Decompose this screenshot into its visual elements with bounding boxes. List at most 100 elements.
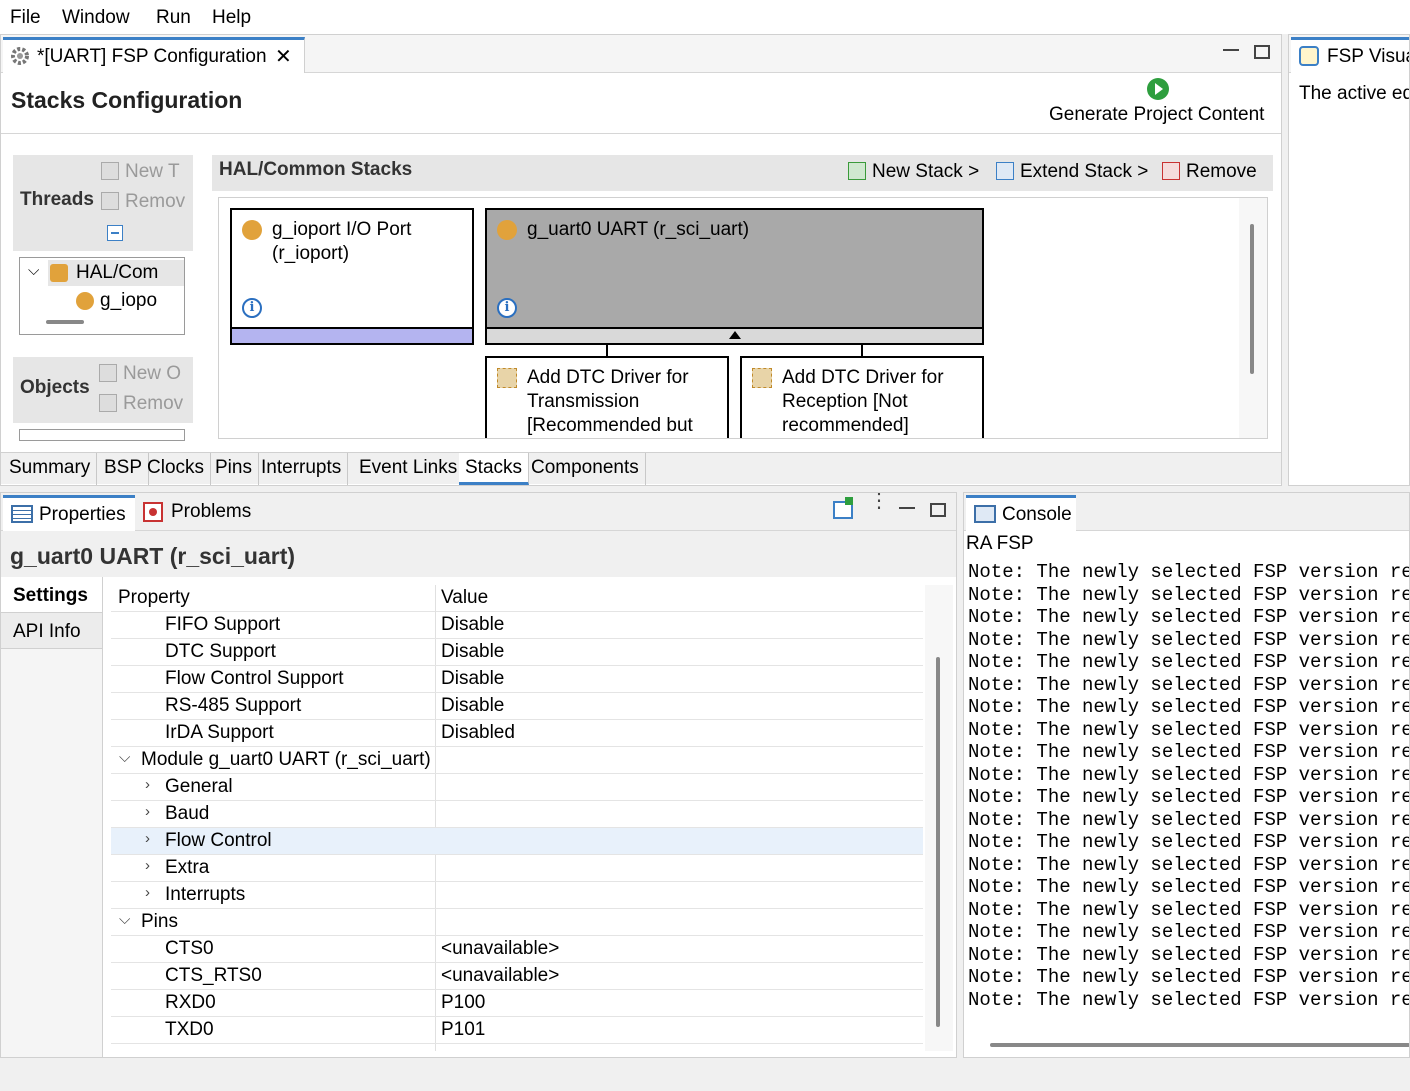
- console-output[interactable]: Note: The newly selected FSP version req…: [966, 557, 1410, 1033]
- console-line: Note: The newly selected FSP version req…: [968, 831, 1410, 853]
- gear-icon: [11, 47, 29, 65]
- table-row[interactable]: DTC Support Disable: [111, 639, 923, 666]
- console-line: Note: The newly selected FSP version req…: [968, 876, 1410, 898]
- new-stack-button[interactable]: New Stack >: [848, 161, 979, 183]
- info-icon[interactable]: i: [242, 298, 262, 318]
- tab-summary[interactable]: Summary: [3, 453, 98, 485]
- table-row[interactable]: Flow Control Support Disable: [111, 666, 923, 693]
- table-row-group[interactable]: ⌵ Pins: [111, 909, 923, 936]
- module-status-bar: [232, 327, 472, 343]
- property-name: IrDA Support: [165, 722, 274, 743]
- tab-interrupts[interactable]: Interrupts: [255, 453, 349, 485]
- tab-clocks[interactable]: Clocks: [141, 453, 212, 485]
- chevron-down-icon[interactable]: ⌵: [119, 749, 130, 766]
- remove-thread-icon: [101, 192, 119, 210]
- chevron-right-icon[interactable]: ›: [145, 830, 150, 847]
- remove-object-button[interactable]: Remov: [99, 393, 191, 415]
- maximize-icon[interactable]: [1254, 45, 1270, 59]
- module-g-ioport[interactable]: g_ioport I/O Port (r_ioport) i: [230, 208, 474, 345]
- column-header-property[interactable]: Property: [118, 587, 190, 609]
- table-row[interactable]: RS-485 Support Disable: [111, 693, 923, 720]
- remove-thread-button[interactable]: Remov: [101, 191, 191, 213]
- property-value[interactable]: Disabled: [441, 722, 515, 744]
- table-row[interactable]: IrDA Support Disabled: [111, 720, 923, 747]
- column-header-value[interactable]: Value: [441, 587, 488, 609]
- tab-api-info[interactable]: API Info: [1, 613, 102, 649]
- chevron-right-icon[interactable]: ›: [145, 776, 150, 793]
- table-row[interactable]: RXD0 P100: [111, 990, 923, 1017]
- property-value[interactable]: Disable: [441, 668, 504, 690]
- tab-settings[interactable]: Settings: [1, 577, 102, 613]
- threads-tree: ⌵ HAL/Com g_iopo: [19, 257, 185, 335]
- remove-stack-button[interactable]: Remove: [1162, 161, 1257, 183]
- extend-stack-button[interactable]: Extend Stack >: [996, 161, 1148, 183]
- property-value[interactable]: P100: [441, 992, 485, 1014]
- table-row[interactable]: CTS_RTS0 <unavailable>: [111, 963, 923, 990]
- tab-console[interactable]: Console: [966, 495, 1076, 531]
- property-value[interactable]: Disable: [441, 695, 504, 717]
- chevron-right-icon[interactable]: ›: [145, 803, 150, 820]
- table-row[interactable]: FIFO Support Disable: [111, 612, 923, 639]
- menu-run[interactable]: Run: [156, 7, 191, 29]
- module-add-dtc-rx[interactable]: Add DTC Driver for Reception [Not recomm…: [740, 356, 984, 438]
- tab-components[interactable]: Components: [525, 453, 646, 485]
- menu-help[interactable]: Help: [212, 7, 251, 29]
- table-row-group[interactable]: › Baud: [111, 801, 923, 828]
- tab-event-links[interactable]: Event Links: [353, 453, 465, 485]
- menu-file[interactable]: File: [10, 7, 41, 29]
- console-line: Note: The newly selected FSP version req…: [968, 966, 1410, 988]
- view-menu-icon[interactable]: ⋮: [869, 493, 889, 511]
- table-row[interactable]: TXD0 P101: [111, 1017, 923, 1044]
- new-stack-icon: [848, 162, 866, 180]
- property-value[interactable]: Disable: [441, 641, 504, 663]
- console-hscrollbar[interactable]: [990, 1043, 1409, 1047]
- chevron-right-icon[interactable]: ›: [145, 857, 150, 874]
- fsp-visual-tab[interactable]: FSP Visua: [1291, 37, 1409, 73]
- property-value[interactable]: <unavailable>: [441, 965, 559, 987]
- tree-item-hal-common[interactable]: HAL/Com: [48, 260, 184, 286]
- minimize-icon[interactable]: [1223, 43, 1239, 51]
- chevron-down-icon[interactable]: ⌵: [28, 262, 39, 279]
- editor-tab[interactable]: *[UART] FSP Configuration ✕: [3, 37, 305, 73]
- table-row[interactable]: CTS0 <unavailable>: [111, 936, 923, 963]
- new-thread-button[interactable]: New T: [101, 161, 191, 183]
- module-g-uart0[interactable]: g_uart0 UART (r_sci_uart) i: [485, 208, 984, 345]
- remove-stack-label: Remove: [1186, 161, 1257, 182]
- tab-stacks[interactable]: Stacks: [459, 453, 530, 485]
- stack-vscrollbar[interactable]: [1239, 198, 1267, 438]
- tab-pins[interactable]: Pins: [209, 453, 259, 485]
- properties-vscrollbar[interactable]: [925, 585, 953, 1051]
- table-row-group[interactable]: › General: [111, 774, 923, 801]
- console-line: Note: The newly selected FSP version req…: [968, 606, 1410, 628]
- property-group-name: General: [165, 776, 233, 797]
- close-icon[interactable]: ✕: [275, 44, 292, 69]
- pin-view-icon[interactable]: [833, 497, 853, 519]
- generate-run-icon[interactable]: [1147, 78, 1169, 100]
- new-object-button[interactable]: New O: [99, 363, 191, 385]
- minimize-icon[interactable]: [899, 501, 915, 509]
- console-line: Note: The newly selected FSP version req…: [968, 786, 1410, 808]
- property-value[interactable]: Disable: [441, 614, 504, 636]
- menu-window[interactable]: Window: [62, 7, 130, 29]
- tree-hscrollbar[interactable]: [46, 320, 84, 324]
- property-value[interactable]: <unavailable>: [441, 938, 559, 960]
- maximize-icon[interactable]: [930, 503, 946, 517]
- table-row-group[interactable]: › Extra: [111, 855, 923, 882]
- chevron-down-icon[interactable]: ⌵: [119, 911, 130, 928]
- info-icon[interactable]: i: [497, 298, 517, 318]
- tree-item-g-ioport[interactable]: g_iopo: [74, 288, 184, 314]
- property-value[interactable]: P101: [441, 1019, 485, 1041]
- objects-list[interactable]: [19, 429, 185, 441]
- module-collapse-bar[interactable]: [487, 327, 982, 343]
- new-object-icon: [99, 364, 117, 382]
- module-add-dtc-tx[interactable]: Add DTC Driver for Transmission [Recomme…: [485, 356, 729, 438]
- stack-icon: [50, 264, 68, 282]
- generate-project-content-button[interactable]: Generate Project Content: [1049, 104, 1264, 126]
- chevron-right-icon[interactable]: ›: [145, 884, 150, 901]
- table-row-group[interactable]: ⌵ Module g_uart0 UART (r_sci_uart): [111, 747, 923, 774]
- tab-problems[interactable]: Problems: [139, 495, 259, 531]
- tab-properties[interactable]: Properties: [3, 495, 135, 531]
- table-row-group[interactable]: › Interrupts: [111, 882, 923, 909]
- table-row-group-selected[interactable]: › Flow Control: [111, 828, 923, 855]
- collapse-all-icon[interactable]: [107, 225, 123, 241]
